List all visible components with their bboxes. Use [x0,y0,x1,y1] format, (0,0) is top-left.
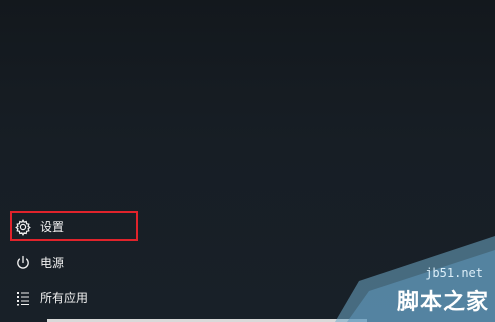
watermark-domain: jb51.net [425,266,483,280]
settings-label: 设置 [40,220,65,234]
site-watermark: jb51.net 脚本之家 [335,236,495,322]
all-apps-menu-item[interactable]: 所有应用 [0,283,180,313]
start-menu-left-column: 设置 电源 所有应用 [0,208,180,322]
power-menu-item[interactable]: 电源 [0,248,180,278]
power-icon [14,254,32,272]
watermark-banner-shape [335,236,495,322]
watermark-name: 脚本之家 [396,290,489,315]
settings-menu-item[interactable]: 设置 [0,212,180,242]
gear-icon [14,218,32,236]
power-label: 电源 [40,256,65,270]
all-apps-list-icon [14,289,32,307]
all-apps-label: 所有应用 [40,291,89,305]
desktop-screen: 设置 电源 所有应用 jb51.net 脚本之家 [0,0,495,322]
